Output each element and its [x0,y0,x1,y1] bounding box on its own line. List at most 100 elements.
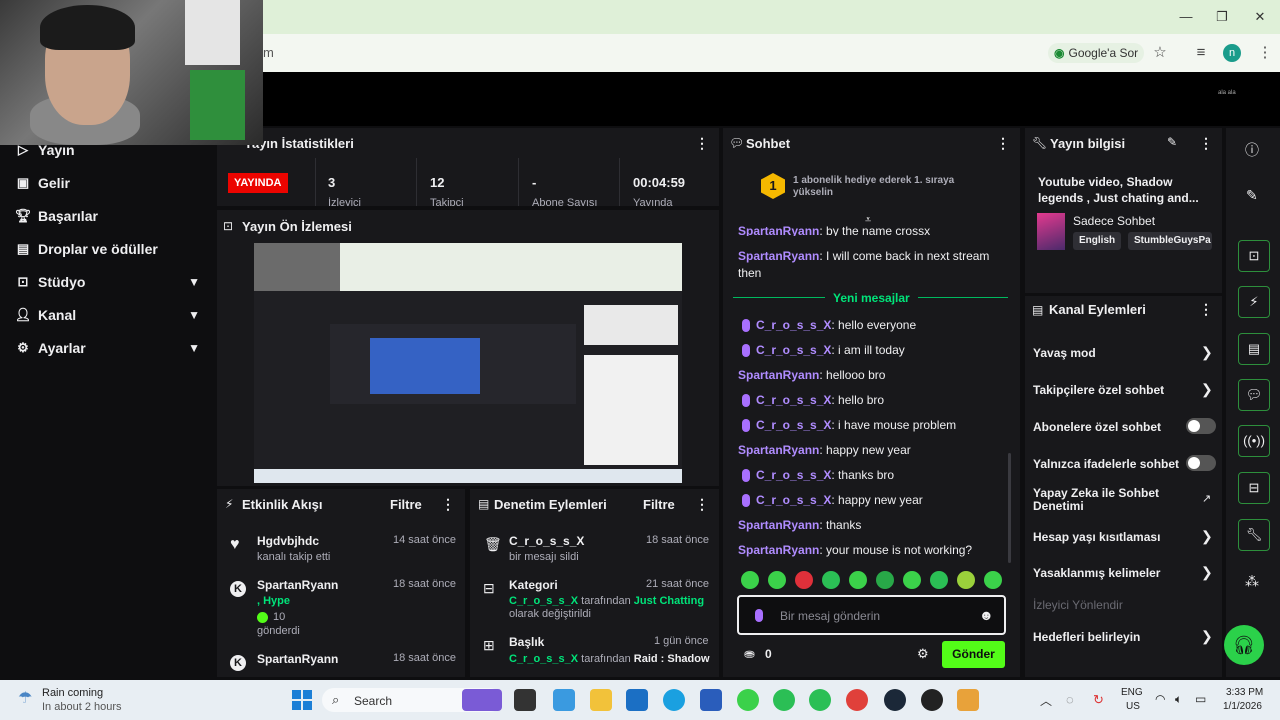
app-icon[interactable] [921,689,943,711]
battery-icon[interactable]: ▭ [1195,692,1206,706]
external-link-icon[interactable]: ↗ [1202,492,1211,505]
chat-username[interactable]: SpartanRyann [738,368,819,382]
send-button[interactable]: Gönder [942,641,1005,668]
chat-menu-icon[interactable]: ⋮ [996,135,1010,152]
emote-icon[interactable] [849,571,867,589]
nav-item-gelir[interactable]: ▣ Gelir [8,168,208,198]
layout-button[interactable]: ⊟ [1238,472,1270,504]
moderation-item-title[interactable]: C_r_o_s_s_X [509,534,584,548]
app-icon[interactable] [773,689,795,711]
app-icon[interactable] [737,689,759,711]
chat-username[interactable]: SpartanRyann [738,518,819,532]
activity-filter-button[interactable]: Filtre [390,497,422,512]
support-headset-button[interactable]: 🎧︎ [1224,625,1264,665]
category-thumbnail[interactable] [1037,213,1065,250]
emote-icon[interactable] [741,571,759,589]
google-ask-button[interactable]: ◉ Google'a Sor [1048,43,1145,63]
chat-username[interactable]: SpartanRyann [738,249,819,263]
language-label[interactable]: ENG [1121,687,1143,698]
channel-actions-menu-icon[interactable]: ⋮ [1199,301,1213,318]
notes-button[interactable]: ▤ [1238,333,1270,365]
emote-icon[interactable] [822,571,840,589]
chat-username[interactable]: C_r_o_s_s_X [756,493,831,507]
set-goals-item[interactable]: Hedefleri belirleyin [1033,630,1140,644]
emote-icon[interactable] [768,571,786,589]
store-icon[interactable] [700,689,722,711]
bookmark-star-icon[interactable]: ☆ [1151,44,1169,62]
chat-username[interactable]: C_r_o_s_s_X [756,468,831,482]
close-window-button[interactable]: ✕ [1250,8,1270,26]
tray-chevron-icon[interactable]: ︿ [1040,692,1052,709]
ai-moderation-item[interactable]: Yapay Zeka ile Sohbet Denetimi [1033,487,1183,513]
weather-subtitle[interactable]: In about 2 hours [42,701,122,713]
chat-settings-gear-icon[interactable]: ⚙ [917,646,929,662]
broadcast-button[interactable]: ((•)) [1238,425,1270,457]
nav-item-studyo[interactable]: ⊡ Stüdyo ▼ [8,267,208,297]
volume-icon[interactable]: 🔈︎ [1175,692,1182,707]
browser-menu-icon[interactable]: ⋮ [1256,44,1274,62]
minimize-button[interactable]: — [1176,8,1196,26]
tray-app-icon[interactable]: ◌ [1066,692,1074,707]
account-age-item[interactable]: Hesap yaşı kısıtlaması [1033,530,1160,544]
emote-icon[interactable] [984,571,1002,589]
wifi-icon[interactable]: ◠ [1155,692,1165,706]
nav-item-ayarlar[interactable]: ⚙ Ayarlar ▼ [8,333,208,363]
edit-pencil-icon[interactable]: ✎ [1167,135,1177,149]
chat-popout-button[interactable]: 💬︎ [1238,379,1270,411]
emote-icon[interactable] [903,571,921,589]
chat-username[interactable]: C_r_o_s_s_X [756,343,831,357]
emote-icon[interactable] [957,571,975,589]
moderation-actor[interactable]: C_r_o_s_s_X [509,653,578,665]
chat-username[interactable]: SpartanRyann [738,443,819,457]
maximize-button[interactable]: ❐ [1212,8,1232,26]
chevron-right-icon[interactable]: ❯ [1201,628,1213,645]
subscribers-only-toggle[interactable] [1186,418,1216,434]
tag-chip[interactable]: English [1073,232,1122,250]
emote-icon[interactable] [795,571,813,589]
activity-user[interactable]: SpartanRyann [257,578,338,592]
chat-username[interactable]: C_r_o_s_s_X [756,393,831,407]
points-icon[interactable]: ⛂ [744,646,755,662]
apps-icon[interactable]: ⁂ [1245,573,1259,590]
followers-only-item[interactable]: Takipçilere özel sohbet [1033,383,1164,397]
activity-user[interactable]: SpartanRyann [257,652,338,666]
widgets-icon[interactable] [462,689,502,711]
app-icon[interactable] [809,689,831,711]
edit-pencil-icon[interactable]: ✎ [1246,187,1258,204]
region-label[interactable]: US [1126,701,1140,712]
app-icon[interactable] [553,689,575,711]
chat-scrollbar[interactable] [1008,453,1011,563]
tools-button[interactable]: 🔧︎ [1238,519,1270,551]
chat-username[interactable]: C_r_o_s_s_X [756,318,831,332]
chevron-right-icon[interactable]: ❯ [1201,381,1213,398]
stats-menu-icon[interactable]: ⋮ [695,135,709,152]
nav-item-kanal[interactable]: 👤︎ Kanal ▼ [8,300,208,330]
info-icon[interactable]: ⓘ [1245,140,1259,160]
chrome-icon[interactable] [846,689,868,711]
raid-button[interactable]: ⚡︎ [1238,286,1270,318]
chat-username[interactable]: SpartanRyann [738,224,819,236]
category-name[interactable]: Sadece Sohbet [1073,214,1155,228]
nav-item-droplar[interactable]: ▤ Droplar ve ödüller [8,234,208,264]
windows-start-icon[interactable] [292,690,312,710]
emote-only-toggle[interactable] [1186,455,1216,471]
moderation-filter-button[interactable]: Filtre [643,497,675,512]
activity-menu-icon[interactable]: ⋮ [441,496,455,513]
tag-chip[interactable]: StumbleGuysPa [1128,232,1212,250]
activity-user[interactable]: Hgdvbjhdc [257,534,319,548]
steam-icon[interactable] [884,689,906,711]
emote-icon[interactable] [876,571,894,589]
emote-icon[interactable] [930,571,948,589]
chat-username[interactable]: C_r_o_s_s_X [756,418,831,432]
chevron-right-icon[interactable]: ❯ [1201,564,1213,581]
weather-title[interactable]: Rain coming [42,687,103,699]
tray-app-icon[interactable]: ↻ [1093,692,1104,708]
moderation-actor[interactable]: C_r_o_s_s_X [509,595,578,607]
moderation-menu-icon[interactable]: ⋮ [695,496,709,513]
outlook-icon[interactable] [626,689,648,711]
stream-info-menu-icon[interactable]: ⋮ [1199,135,1213,152]
game-icon[interactable] [957,689,979,711]
banned-words-item[interactable]: Yasaklanmış kelimeler [1033,566,1160,580]
clock-date[interactable]: 1/1/2026 [1223,701,1262,712]
media-queue-icon[interactable]: ≡ [1192,44,1210,62]
